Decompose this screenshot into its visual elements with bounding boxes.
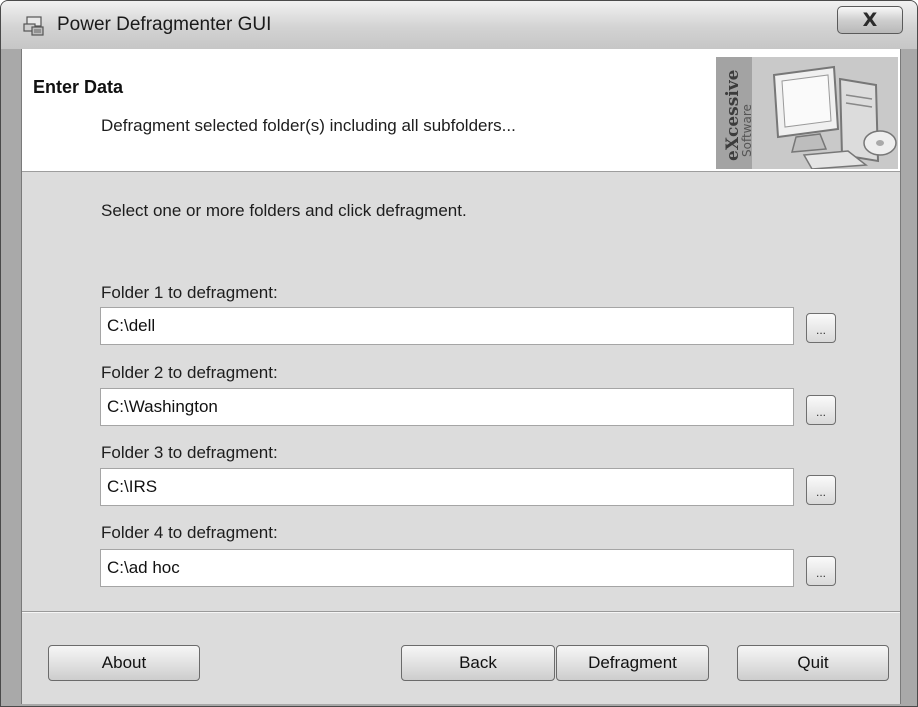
about-button[interactable]: About [48,645,200,681]
folder-1-browse-button[interactable]: ... [806,313,836,343]
close-button[interactable]: X [837,6,903,34]
ellipsis-icon: ... [815,485,826,499]
app-icon [23,16,44,36]
folder-3-label: Folder 3 to defragment: [101,443,278,462]
ellipsis-icon: ... [815,405,826,419]
instruction-text: Select one or more folders and click def… [101,201,467,220]
page-title: Enter Data [33,77,124,97]
folder-1-input[interactable] [100,307,794,345]
folder-2-label: Folder 2 to defragment: [101,363,278,382]
quit-button[interactable]: Quit [737,645,889,681]
svg-text:Software: Software [740,104,754,157]
folder-3-input[interactable] [100,468,794,506]
excessive-software-logo: eXcessive Software [716,57,898,169]
header-panel: Enter Data Defragment selected folder(s)… [22,49,900,172]
ellipsis-icon: ... [815,566,826,580]
back-button[interactable]: Back [401,645,555,681]
folder-1-label: Folder 1 to defragment: [101,283,278,302]
window-title: Power Defragmenter GUI [57,14,272,35]
folder-4-label: Folder 4 to defragment: [101,523,278,542]
folder-2-input[interactable] [100,388,794,426]
folder-2-browse-button[interactable]: ... [806,395,836,425]
folder-4-browse-button[interactable]: ... [806,556,836,586]
ellipsis-icon: ... [815,323,826,337]
folder-3-browse-button[interactable]: ... [806,475,836,505]
close-icon: X [862,9,878,31]
dialog-body: Enter Data Defragment selected folder(s)… [21,49,901,704]
title-bar[interactable]: Power Defragmenter GUI X [1,1,917,49]
page-subtitle: Defragment selected folder(s) including … [101,116,516,135]
app-window: Power Defragmenter GUI X Enter Data Defr… [0,0,918,707]
footer-separator [22,611,900,613]
defragment-button[interactable]: Defragment [556,645,709,681]
folder-4-input[interactable] [100,549,794,587]
